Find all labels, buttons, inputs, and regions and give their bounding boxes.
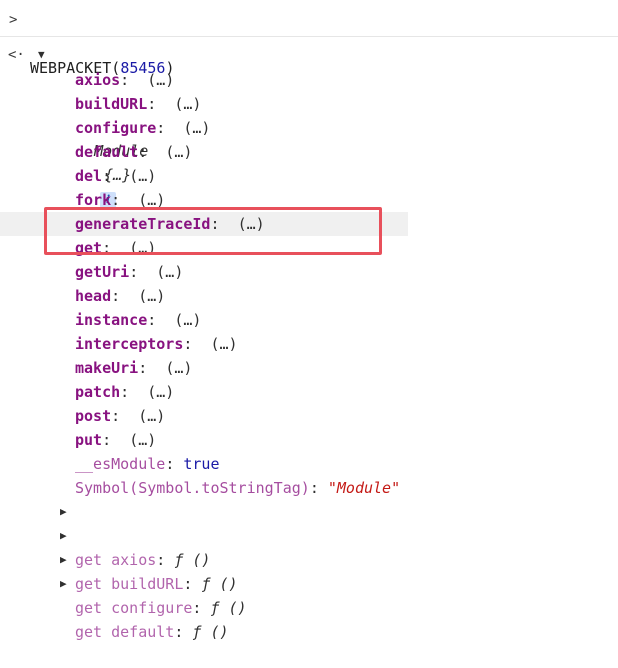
annotation-highlight-box <box>44 207 382 255</box>
console-result-header[interactable]: <· ▼ Module {…} i <box>0 43 618 208</box>
property-row[interactable]: buildURL: (…) <box>0 92 618 116</box>
property-row[interactable]: makeUri: (…) <box>0 356 618 380</box>
console-separator <box>0 36 618 37</box>
left-arrow-return-icon: <· <box>8 47 25 63</box>
getter-row[interactable]: ▶ get axios: ƒ () <box>0 500 618 569</box>
property-row[interactable]: instance: (…) <box>0 308 618 332</box>
property-row[interactable]: head: (…) <box>0 284 618 308</box>
property-row[interactable]: interceptors: (…) <box>0 332 618 356</box>
property-row[interactable]: del: (…) <box>0 164 618 188</box>
getter-row[interactable]: ▶ get buildURL: ƒ () <box>0 524 618 593</box>
chevron-right-icon: > <box>9 12 18 28</box>
property-row[interactable]: configure: (…) <box>0 116 618 140</box>
expand-triangle-down-icon[interactable]: ▼ <box>38 43 45 67</box>
property-row-to-string-tag[interactable]: Symbol(Symbol.toStringTag): "Module" <box>0 476 618 500</box>
property-row[interactable]: post: (…) <box>0 404 618 428</box>
property-row-es-module[interactable]: __esModule: true <box>0 452 618 476</box>
getter-row[interactable]: ▶ get default: ƒ () <box>0 572 618 641</box>
property-row[interactable]: default: (…) <box>0 140 618 164</box>
property-row[interactable]: getUri: (…) <box>0 260 618 284</box>
expand-triangle-right-icon[interactable]: ▶ <box>60 524 67 548</box>
console-input-line[interactable]: > WEBPACKET(85456) <box>0 8 618 77</box>
expand-triangle-right-icon[interactable]: ▶ <box>60 500 67 524</box>
property-row[interactable]: axios: (…) <box>0 68 618 92</box>
expand-triangle-right-icon[interactable]: ▶ <box>60 548 67 572</box>
property-row[interactable]: put: (…) <box>0 428 618 452</box>
property-row[interactable]: patch: (…) <box>0 380 618 404</box>
expand-triangle-right-icon[interactable]: ▶ <box>60 572 67 596</box>
getter-row[interactable]: ▶ get configure: ƒ () <box>0 548 618 617</box>
